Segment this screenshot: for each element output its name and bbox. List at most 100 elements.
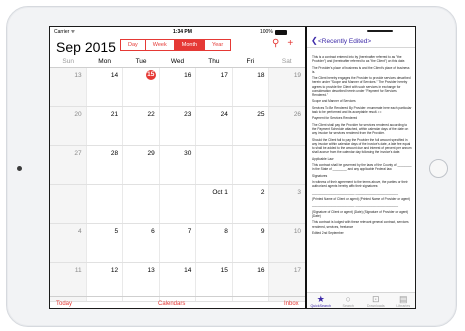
document-nav-bar: ❮ <Recently Edited> (307, 35, 415, 48)
weekday-label: Wed (170, 58, 185, 65)
day-cell[interactable]: 18 (233, 68, 270, 106)
view-segmented-control: Day Week Month Year (120, 39, 232, 51)
day-cell[interactable]: 23 (160, 107, 197, 145)
day-cell[interactable]: 10 (269, 224, 306, 262)
tab-label: Libraries (396, 304, 411, 308)
star-icon: ★ (316, 294, 325, 304)
day-cell[interactable]: 2 (233, 185, 270, 223)
split-view-handle[interactable] (367, 30, 393, 32)
date-label: 13 (147, 267, 155, 274)
library-icon: ▤ (398, 294, 408, 304)
tab-libraries[interactable]: ▤ Libraries (390, 293, 416, 308)
day-cell[interactable] (160, 185, 197, 223)
date-label: 22 (147, 111, 155, 118)
day-cell[interactable]: 8 (196, 224, 233, 262)
day-cell[interactable]: 17 (196, 68, 233, 106)
tab-bar: ★ QuickSearch ○ Search ⊡ Downloads ▤ Libraries (307, 292, 416, 308)
document-paragraph: (Signature of Client or agent) (Date) (S… (312, 209, 409, 218)
weekday-label: Fri (246, 58, 255, 65)
month-label: Sep (56, 39, 81, 55)
segment-day[interactable]: Day (120, 39, 146, 51)
date-label: 8 (224, 228, 228, 235)
day-cell[interactable]: 4 (50, 224, 87, 262)
segment-month[interactable]: Month (173, 39, 206, 51)
document-paragraph: ________________________ _______________… (312, 190, 398, 195)
day-cell[interactable]: 21 (87, 107, 124, 145)
week-row: 4 5 6 7 8 9 10 (50, 224, 306, 263)
day-cell[interactable]: 14 (87, 68, 124, 106)
date-label: 17 (220, 72, 228, 79)
date-label: 6 (151, 228, 155, 235)
document-paragraph: In witness of their agreement to the ter… (312, 179, 408, 189)
date-label: 20 (74, 111, 82, 118)
day-cell[interactable]: 16 (160, 68, 197, 106)
day-cell[interactable]: 20 (50, 107, 87, 145)
day-cell[interactable]: 25 (233, 107, 270, 145)
date-label: 5 (114, 228, 119, 235)
date-label: 18 (257, 72, 265, 79)
day-cell[interactable]: 7 (160, 224, 197, 262)
calendars-button[interactable]: Calendars (158, 301, 185, 307)
day-cell[interactable]: 27 (50, 146, 87, 184)
date-label: 17 (293, 267, 302, 274)
day-cell[interactable] (123, 185, 160, 223)
tab-quicksearch[interactable]: ★ QuickSearch (307, 293, 335, 308)
day-cell[interactable] (269, 146, 306, 184)
home-button[interactable] (429, 159, 448, 178)
date-label: 23 (184, 111, 192, 118)
day-cell[interactable]: 15 (123, 68, 160, 106)
date-label: 15 (220, 267, 228, 274)
date-label: 24 (220, 111, 228, 118)
date-label: Oct 1 (212, 189, 228, 196)
date-label: 30 (184, 150, 192, 157)
document-paragraph: Should the Client fail to pay the Provid… (312, 137, 412, 155)
today-button[interactable]: Today (56, 301, 72, 307)
date-label: 10 (293, 228, 302, 235)
inbox-button[interactable]: Inbox (284, 301, 299, 307)
day-cell[interactable]: 6 (123, 224, 160, 262)
tab-search[interactable]: ○ Search (335, 293, 363, 308)
search-icon: ○ (345, 294, 351, 304)
day-cell[interactable]: 19 (269, 68, 306, 106)
date-label: 9 (260, 228, 265, 235)
day-cell[interactable]: 22 (123, 107, 160, 145)
day-cell[interactable]: 30 (160, 146, 197, 184)
day-cell[interactable]: 29 (123, 146, 160, 184)
date-label: 19 (293, 72, 302, 79)
day-cell[interactable] (50, 185, 87, 223)
segment-year[interactable]: Year (204, 39, 232, 51)
day-cell[interactable] (196, 146, 233, 184)
date-label: 26 (293, 111, 302, 118)
day-cell[interactable]: 9 (233, 224, 270, 262)
date-label: 3 (297, 189, 302, 196)
week-row: 20 21 22 23 24 25 26 (50, 107, 306, 146)
weekday-label: Sun (62, 58, 74, 65)
day-cell[interactable]: 3 (269, 185, 306, 223)
chevron-left-icon[interactable]: ❮ (311, 36, 318, 45)
day-cell[interactable] (87, 185, 124, 223)
date-label: 16 (257, 267, 265, 274)
segment-week[interactable]: Week (144, 39, 175, 51)
back-button[interactable]: <Recently Edited> (318, 38, 371, 45)
tab-downloads[interactable]: ⊡ Downloads (362, 293, 390, 308)
date-label: 12 (110, 267, 119, 274)
week-row: Oct 1 2 3 (50, 185, 306, 224)
download-icon: ⊡ (371, 294, 380, 304)
document-paragraph: Applicable Law (312, 156, 334, 161)
day-cell[interactable]: 28 (87, 146, 124, 184)
date-label: 21 (110, 111, 119, 118)
weekday-label: Tue (135, 58, 147, 65)
day-cell[interactable]: 5 (87, 224, 124, 262)
tab-label: Search (342, 304, 354, 308)
day-cell[interactable] (233, 146, 270, 184)
date-label: 29 (147, 150, 155, 157)
plus-icon[interactable]: + (287, 38, 293, 49)
day-cell[interactable]: 24 (196, 107, 233, 145)
document-paragraph: This contract shall be governed by the l… (312, 162, 412, 172)
day-cell[interactable]: 26 (269, 107, 306, 145)
search-icon[interactable]: ⚲ (272, 38, 279, 49)
day-cell[interactable]: 13 (50, 68, 87, 106)
date-label: 14 (184, 267, 192, 274)
date-label: 4 (77, 228, 82, 235)
day-cell[interactable]: Oct 1 (196, 185, 233, 223)
